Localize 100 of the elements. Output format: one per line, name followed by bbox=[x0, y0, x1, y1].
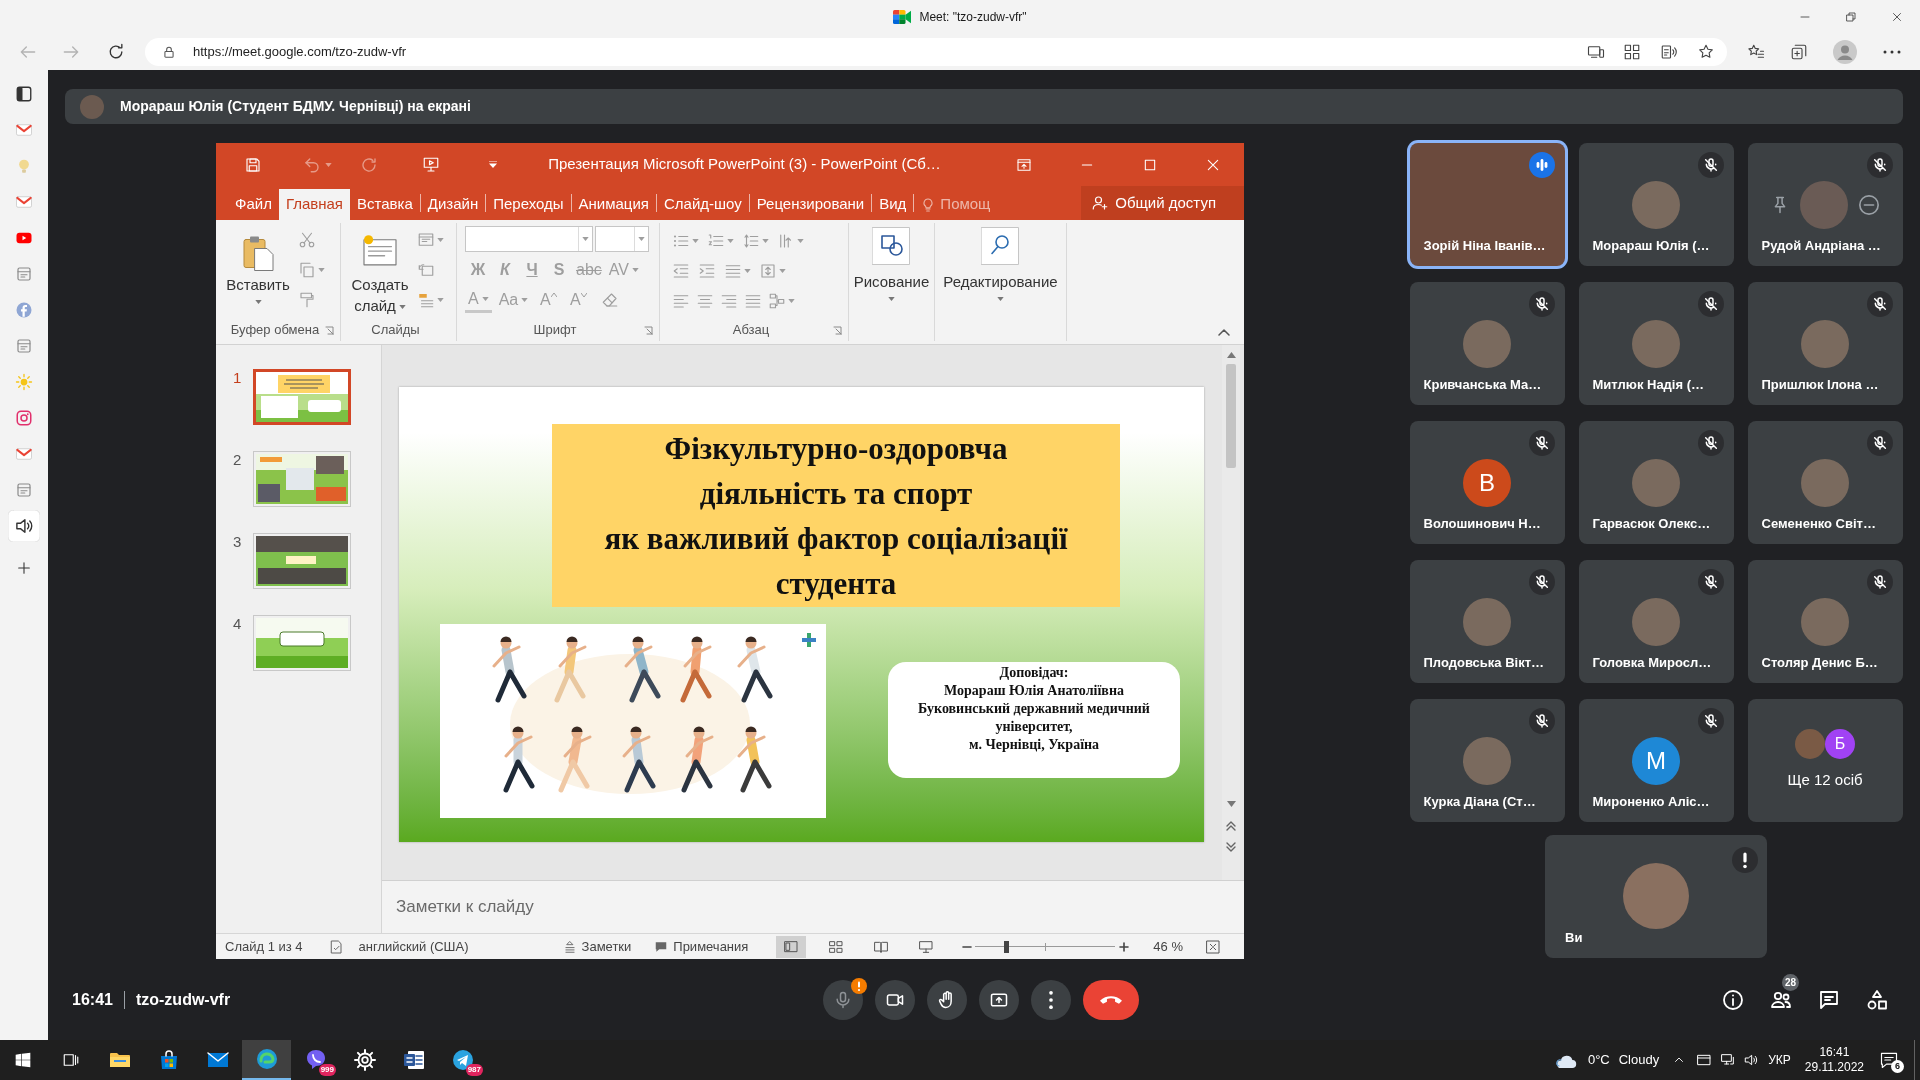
fit-to-window-icon[interactable] bbox=[1205, 938, 1221, 955]
scroll-down-icon[interactable] bbox=[1226, 801, 1236, 807]
align-right-icon[interactable] bbox=[720, 292, 738, 310]
scroll-up-icon[interactable] bbox=[1226, 352, 1236, 358]
ribbon-tab[interactable]: Переходы bbox=[486, 189, 571, 220]
activities-icon[interactable] bbox=[1865, 988, 1889, 1012]
restore-icon[interactable] bbox=[1845, 11, 1857, 23]
comments-button[interactable]: Примечания bbox=[654, 936, 749, 957]
line-spacing-icon[interactable] bbox=[742, 232, 760, 250]
close-icon[interactable] bbox=[1891, 11, 1903, 23]
tell-me-field[interactable]: Помощ bbox=[920, 189, 991, 220]
grow-font-button[interactable]: A bbox=[535, 287, 562, 313]
underline-button[interactable]: Ч bbox=[519, 257, 545, 283]
dialog-launcher-icon[interactable] bbox=[644, 325, 653, 335]
collapse-ribbon-icon[interactable] bbox=[1218, 328, 1230, 336]
profile-icon[interactable] bbox=[1833, 40, 1857, 64]
network-icon[interactable] bbox=[1720, 1052, 1737, 1068]
collections-icon[interactable] bbox=[1790, 43, 1808, 61]
circle-logo-icon[interactable] bbox=[15, 301, 33, 319]
more-options-button[interactable] bbox=[1030, 980, 1071, 1020]
camera-button[interactable] bbox=[874, 980, 915, 1020]
volume-icon[interactable] bbox=[1743, 1052, 1760, 1068]
editing-button[interactable]: Редактирование bbox=[943, 227, 1058, 319]
bold-button[interactable]: Ж bbox=[465, 257, 491, 283]
info-icon[interactable] bbox=[1721, 988, 1745, 1012]
scrollbar-thumb[interactable] bbox=[1226, 364, 1236, 468]
slider-thumb[interactable] bbox=[1004, 940, 1010, 953]
present-icon[interactable] bbox=[421, 155, 441, 174]
start-icon[interactable] bbox=[15, 1052, 31, 1068]
smartart-icon[interactable] bbox=[768, 292, 786, 310]
align-text-icon[interactable] bbox=[724, 262, 742, 280]
zoom-level[interactable]: 46 % bbox=[1153, 936, 1183, 957]
zoom-in-icon[interactable] bbox=[1118, 940, 1131, 953]
ribbon-display-icon[interactable] bbox=[1015, 156, 1032, 173]
window-icon[interactable] bbox=[1696, 1052, 1713, 1068]
raise-hand-button[interactable] bbox=[926, 980, 967, 1020]
customize-icon[interactable] bbox=[489, 161, 497, 168]
task-view-icon[interactable] bbox=[61, 1051, 80, 1069]
ribbon-tab[interactable]: Файл bbox=[228, 189, 279, 220]
shadow-button[interactable]: S bbox=[546, 257, 572, 283]
scissors-icon[interactable] bbox=[298, 231, 316, 249]
favorites-icon[interactable] bbox=[1747, 43, 1765, 61]
share-button[interactable]: Общий доступ bbox=[1081, 186, 1244, 220]
ribbon-tab[interactable]: Рецензировани bbox=[749, 189, 872, 220]
drawing-button[interactable]: Рисование bbox=[853, 227, 930, 319]
notes-button[interactable]: Заметки bbox=[562, 936, 632, 957]
justify-icon[interactable] bbox=[744, 292, 762, 310]
eraser-icon[interactable] bbox=[601, 291, 620, 309]
dialog-launcher-icon[interactable] bbox=[833, 325, 842, 335]
taskbar-button[interactable]: 999 bbox=[291, 1040, 340, 1080]
mail-icon[interactable] bbox=[15, 193, 33, 211]
ribbon-tab[interactable]: Слайд-шоу bbox=[656, 189, 749, 220]
previous-slide-icon[interactable] bbox=[1226, 821, 1236, 831]
notification-icon[interactable] bbox=[1879, 1050, 1899, 1070]
add-favorite-icon[interactable] bbox=[1697, 43, 1715, 61]
mail-icon[interactable] bbox=[15, 121, 33, 139]
shrink-font-button[interactable]: A bbox=[565, 287, 592, 313]
address-bar[interactable]: https://meet.google.com/tzo-zudw-vfr bbox=[145, 38, 1727, 66]
italic-button[interactable]: К bbox=[492, 257, 518, 283]
chat-icon[interactable] bbox=[1817, 988, 1841, 1012]
paste-button[interactable]: Вставить bbox=[226, 226, 290, 319]
input-language[interactable]: УКР bbox=[1768, 1051, 1791, 1069]
apps-icon[interactable] bbox=[1623, 43, 1641, 61]
ribbon-tab[interactable]: Анимация bbox=[571, 189, 656, 220]
ribbon-tab[interactable]: Вид bbox=[872, 189, 914, 220]
leave-call-button[interactable] bbox=[1082, 980, 1139, 1020]
next-slide-icon[interactable] bbox=[1226, 842, 1236, 852]
vertical-align-icon[interactable] bbox=[759, 262, 777, 280]
clock-time[interactable]: 16:41 bbox=[1819, 1045, 1850, 1060]
align-center-icon[interactable] bbox=[696, 292, 714, 310]
normal-view-button[interactable] bbox=[776, 935, 807, 958]
present-button[interactable] bbox=[978, 980, 1019, 1020]
more-participants-tile[interactable]: Б Ще 12 осіб bbox=[1747, 699, 1903, 822]
taskbar-button[interactable]: 987 bbox=[438, 1040, 487, 1080]
new-slide-button[interactable]: Создать слайд bbox=[349, 226, 411, 319]
zoom-slider[interactable] bbox=[975, 939, 1116, 954]
ribbon-tab[interactable]: Дизайн bbox=[420, 189, 486, 220]
proofing-icon[interactable] bbox=[328, 938, 345, 955]
plus-icon[interactable] bbox=[16, 560, 32, 576]
font-color-button[interactable]: A bbox=[465, 287, 492, 313]
speaker-icon[interactable] bbox=[8, 510, 40, 542]
read-aloud-icon[interactable] bbox=[1660, 43, 1678, 61]
devices-icon[interactable] bbox=[1587, 43, 1605, 61]
format-painter-icon[interactable] bbox=[298, 291, 316, 309]
page-icon[interactable] bbox=[15, 337, 33, 355]
font-name-field[interactable] bbox=[465, 226, 593, 252]
layout-icon[interactable] bbox=[417, 231, 435, 249]
character-spacing-button[interactable]: AV bbox=[605, 257, 642, 283]
clock-date[interactable]: 29.11.2022 bbox=[1804, 1060, 1864, 1075]
font-size-field[interactable] bbox=[595, 226, 649, 252]
ribbon-tab[interactable]: Главная bbox=[278, 189, 350, 220]
page-icon[interactable] bbox=[15, 481, 33, 499]
vertical-tabs-icon[interactable] bbox=[15, 85, 33, 103]
ribbon-tab[interactable]: Вставка bbox=[350, 189, 420, 220]
remove-icon[interactable] bbox=[1858, 194, 1880, 216]
mail-icon[interactable] bbox=[15, 445, 33, 463]
page-icon[interactable] bbox=[15, 265, 33, 283]
dialog-launcher-icon[interactable] bbox=[325, 325, 334, 335]
camera-icon[interactable] bbox=[15, 409, 33, 427]
strikethrough-button[interactable]: abc bbox=[573, 257, 605, 283]
